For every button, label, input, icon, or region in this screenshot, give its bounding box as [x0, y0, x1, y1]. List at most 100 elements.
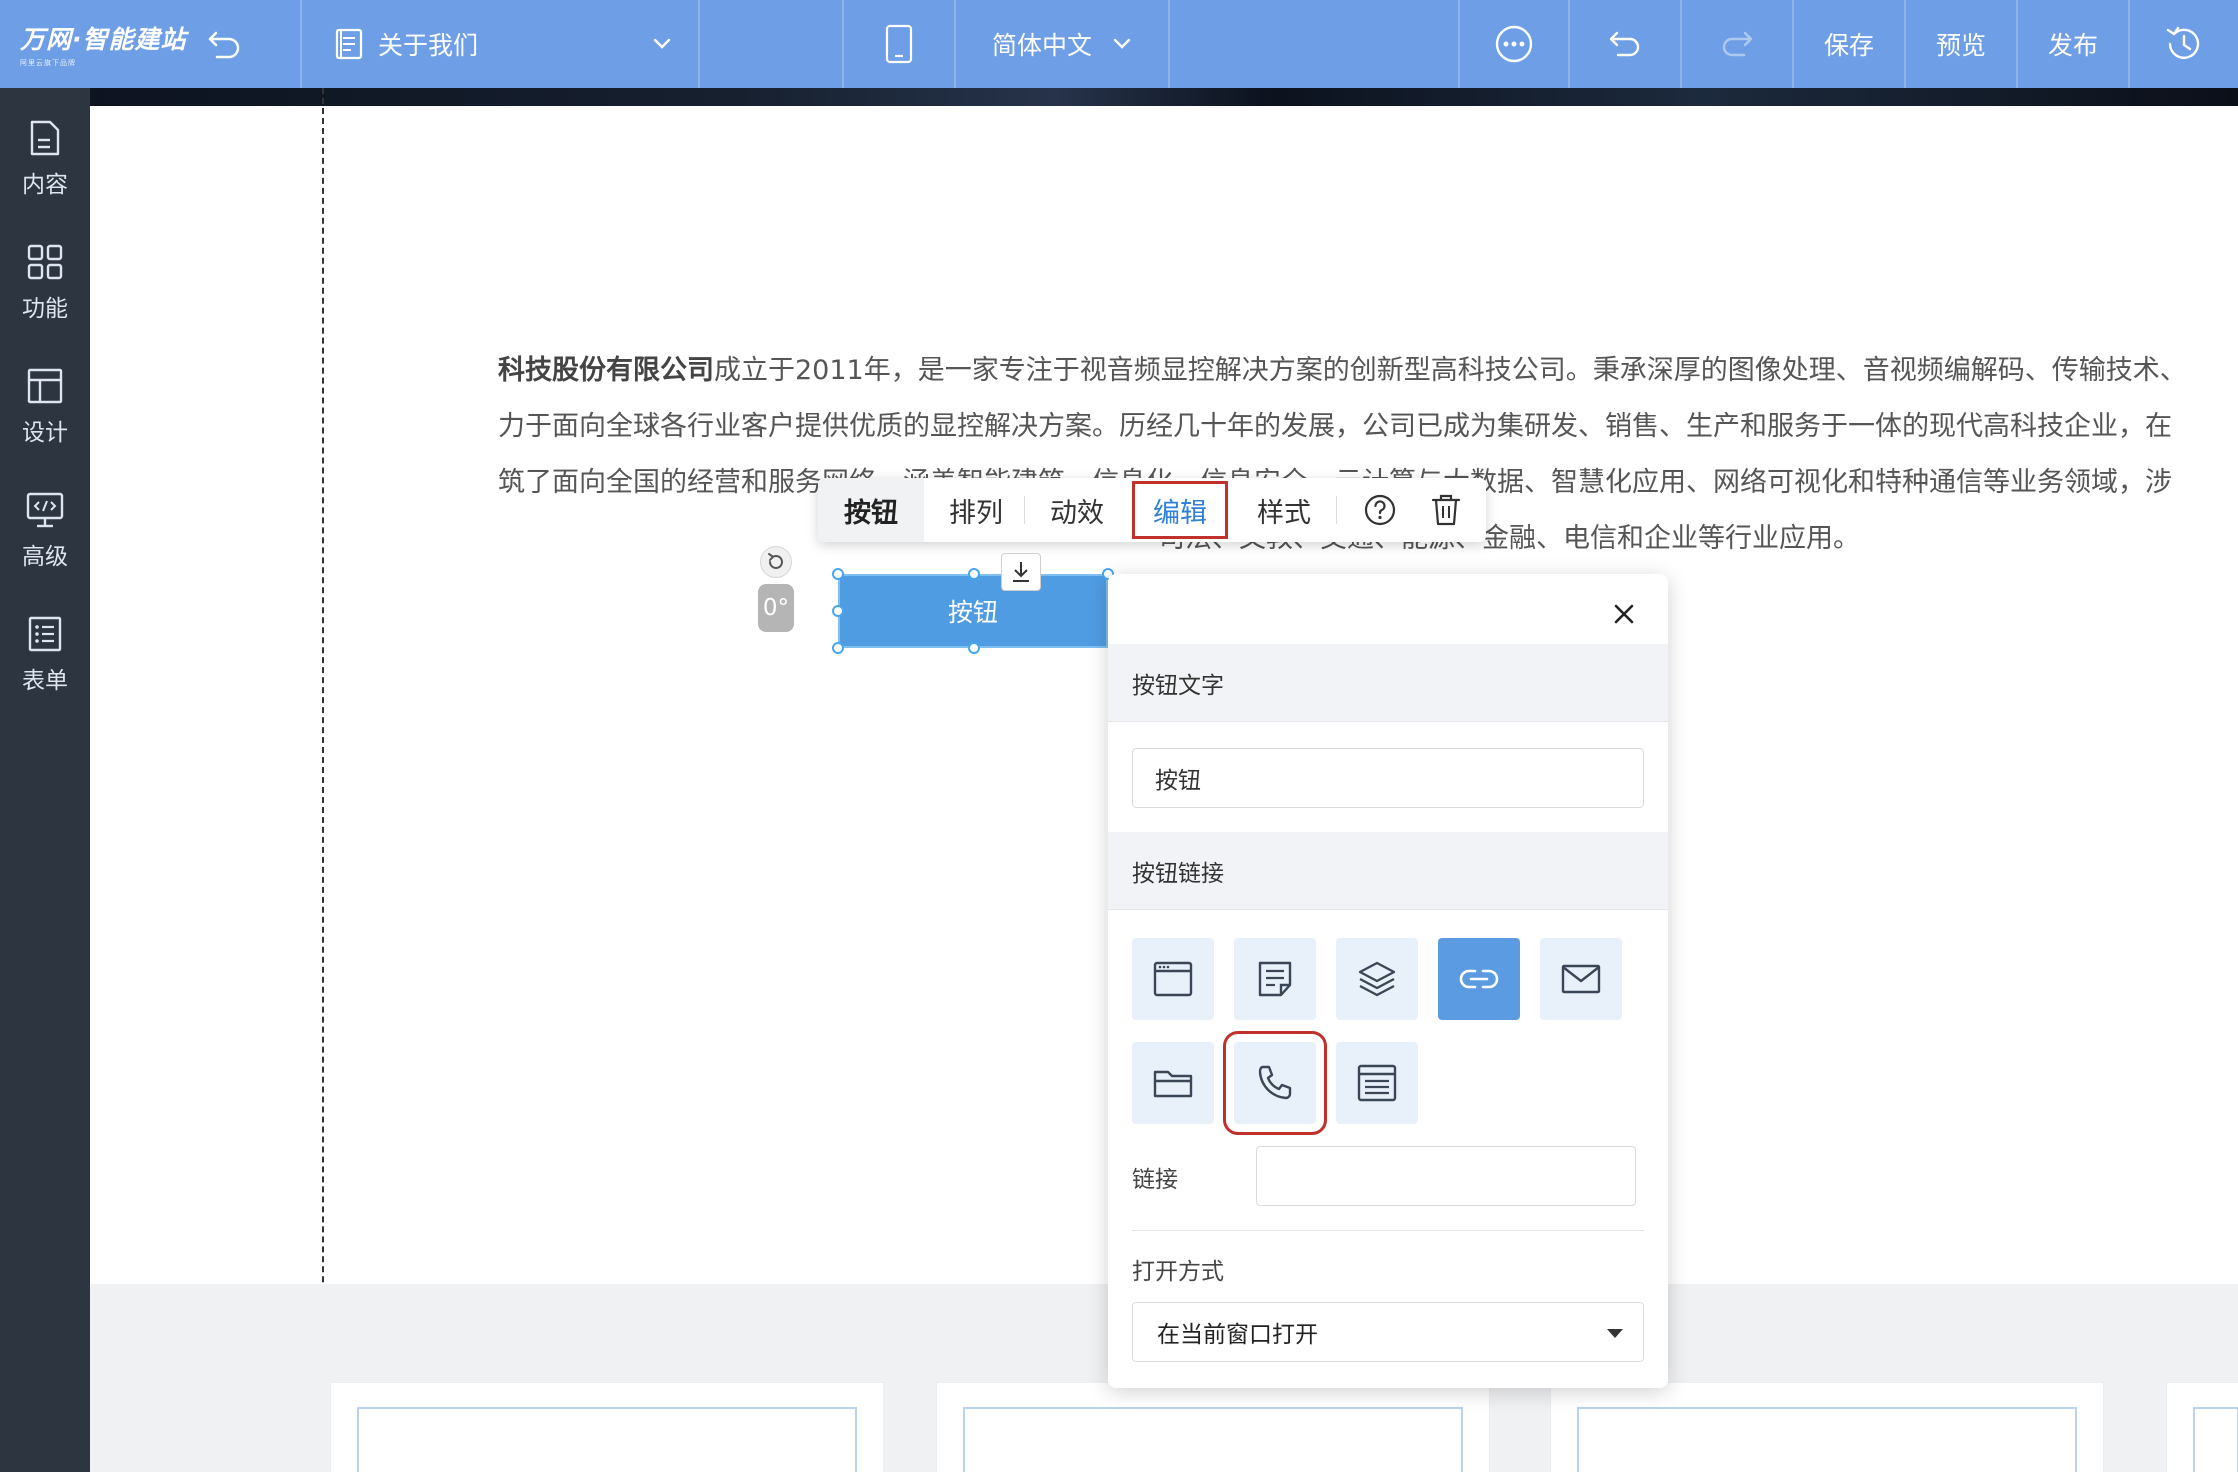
language-selector[interactable]: 简体中文 [956, 0, 1170, 88]
content-card[interactable] [2166, 1382, 2238, 1472]
publish-button[interactable]: 发布 [2018, 0, 2130, 88]
logo-area: 万网·智能建站 阿里云旗下品牌 [0, 0, 302, 88]
layout-icon [26, 367, 64, 405]
spacer-segment [700, 0, 844, 88]
undo-button[interactable] [1570, 0, 1682, 88]
button-element-label: 按钮 [947, 598, 998, 627]
left-sidebar: 内容 功能 设计 高级 表单 [0, 88, 90, 1472]
mobile-view-button[interactable] [844, 0, 956, 88]
tab-arrange[interactable]: 排列 [924, 478, 1028, 542]
help-icon [1363, 493, 1397, 527]
divider [1024, 496, 1025, 524]
history-button[interactable] [2130, 0, 2238, 88]
folder-icon [1152, 1066, 1194, 1100]
save-label: 保存 [1823, 31, 1874, 60]
mail-icon [1560, 962, 1602, 996]
webpage-icon [1152, 959, 1194, 999]
guide-line [322, 88, 324, 1472]
delete-button[interactable] [1418, 478, 1474, 542]
hero-image-strip [90, 88, 2238, 106]
tab-button-type[interactable]: 按钮 [818, 478, 924, 542]
sidebar-item-forms[interactable]: 表单 [0, 600, 90, 710]
link-field-label: 链接 [1132, 1167, 1178, 1193]
sidebar-item-label: 内容 [22, 172, 68, 198]
trash-icon [1430, 493, 1462, 527]
link-type-phone[interactable] [1223, 1031, 1327, 1135]
link-icon [1457, 964, 1501, 994]
rotate-icon [765, 551, 787, 573]
resize-handle[interactable] [832, 642, 844, 654]
resize-handle[interactable] [832, 605, 844, 617]
undo-history-icon[interactable] [207, 29, 241, 59]
page-icon [334, 28, 364, 60]
preview-button[interactable]: 预览 [1906, 0, 2018, 88]
open-mode-value: 在当前窗口打开 [1157, 1322, 1318, 1348]
close-button[interactable] [1608, 598, 1640, 630]
save-button[interactable]: 保存 [1794, 0, 1906, 88]
link-input[interactable] [1256, 1146, 1636, 1206]
tab-edit[interactable]: 编辑 [1132, 481, 1228, 539]
history-icon [2164, 24, 2204, 64]
divider [1132, 1230, 1644, 1231]
sidebar-item-functions[interactable]: 功能 [0, 228, 90, 338]
form-list-icon [27, 615, 63, 653]
help-button[interactable] [1352, 478, 1408, 542]
divider [1336, 496, 1337, 524]
content-card[interactable] [936, 1382, 1490, 1472]
redo-button[interactable] [1682, 0, 1794, 88]
card-image-frame [963, 1407, 1463, 1472]
phone-icon [1254, 1062, 1296, 1104]
button-text-input[interactable]: 按钮 [1132, 748, 1644, 808]
link-type-url[interactable] [1438, 938, 1520, 1020]
link-type-webpage[interactable] [1132, 938, 1214, 1020]
resize-handle[interactable] [968, 642, 980, 654]
content-icon [28, 119, 62, 157]
sidebar-item-label: 高级 [22, 544, 68, 570]
content-card[interactable] [1550, 1382, 2104, 1472]
paragraph-line: 力于面向全球各行业客户提供优质的显控解决方案。历经几十年的发展，公司已成为集研发… [498, 411, 2172, 442]
sidebar-item-label: 设计 [22, 420, 68, 446]
section-header-button-link: 按钮链接 [1108, 832, 1668, 910]
link-type-mail[interactable] [1540, 938, 1622, 1020]
selected-button-element[interactable]: 按钮 [838, 574, 1108, 648]
rotate-handle[interactable] [760, 546, 792, 578]
link-type-layers[interactable] [1336, 938, 1418, 1020]
tab-style[interactable]: 样式 [1232, 478, 1336, 542]
layers-icon [1356, 959, 1398, 999]
mobile-icon [885, 24, 913, 64]
section-header-button-text: 按钮文字 [1108, 644, 1668, 722]
spacer-segment [1170, 0, 1458, 88]
link-type-popup[interactable] [1336, 1042, 1418, 1124]
open-mode-select[interactable]: 在当前窗口打开 [1132, 1302, 1644, 1362]
chevron-down-icon [652, 37, 672, 51]
open-mode-label: 打开方式 [1132, 1259, 1224, 1285]
sidebar-item-label: 功能 [22, 296, 68, 322]
code-monitor-icon [25, 491, 65, 529]
more-icon [1494, 24, 1534, 64]
card-image-frame [2193, 1407, 2238, 1472]
button-edit-panel: 按钮文字 按钮 按钮链接 链接 打开方式 在当前窗口打开 [1108, 574, 1668, 1388]
publish-label: 发布 [2047, 31, 2098, 60]
resize-handle[interactable] [832, 568, 844, 580]
link-type-article[interactable] [1234, 938, 1316, 1020]
sidebar-item-label: 表单 [22, 668, 68, 694]
page-name: 关于我们 [378, 31, 479, 60]
top-toolbar: 万网·智能建站 阿里云旗下品牌 关于我们 简体中文 保存 预览 发布 [0, 0, 2238, 88]
link-type-file[interactable] [1132, 1042, 1214, 1124]
redo-icon [1720, 29, 1754, 59]
resize-handle[interactable] [968, 568, 980, 580]
download-button[interactable] [1001, 553, 1041, 591]
sidebar-item-advanced[interactable]: 高级 [0, 476, 90, 586]
content-card[interactable] [330, 1382, 884, 1472]
more-button[interactable] [1458, 0, 1570, 88]
preview-label: 预览 [1935, 31, 1986, 60]
card-image-frame [1577, 1407, 2077, 1472]
sidebar-item-design[interactable]: 设计 [0, 352, 90, 462]
undo-icon [1608, 29, 1642, 59]
chevron-down-icon [1112, 37, 1132, 51]
sidebar-item-content[interactable]: 内容 [0, 104, 90, 214]
page-selector[interactable]: 关于我们 [302, 0, 700, 88]
card-image-frame [357, 1407, 857, 1472]
tab-animation[interactable]: 动效 [1026, 478, 1128, 542]
logo: 万网·智能建站 阿里云旗下品牌 [20, 25, 187, 67]
